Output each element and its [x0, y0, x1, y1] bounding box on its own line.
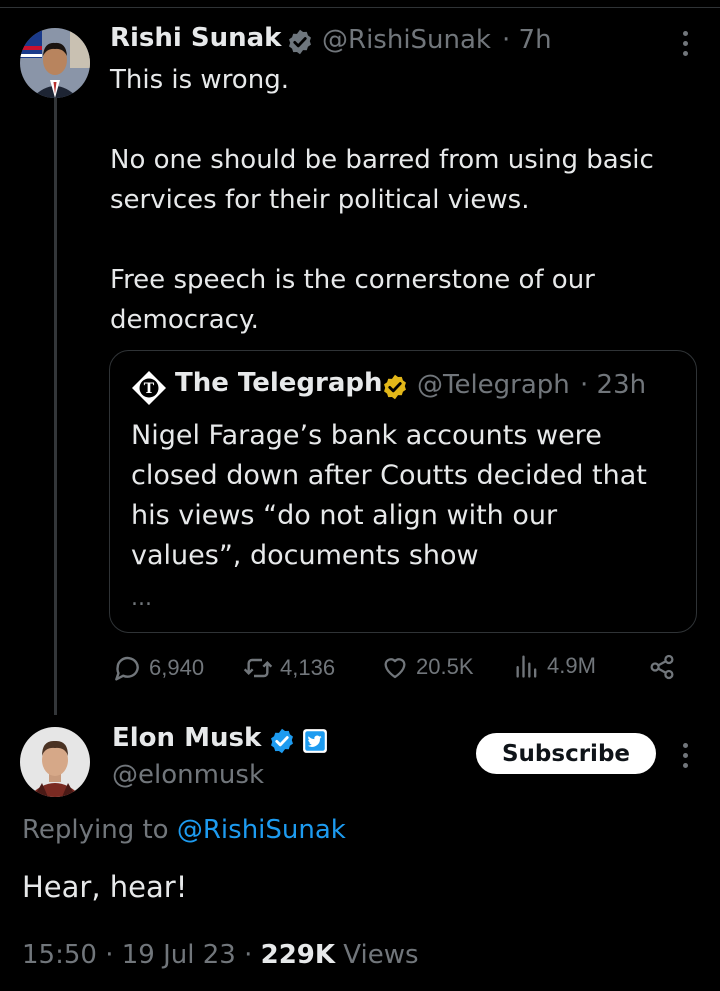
like-count: 20.5K — [416, 654, 474, 679]
replying-to-link[interactable]: @RishiSunak — [177, 815, 346, 845]
quoted-tweet-text: Nigel Farage’s bank accounts were closed… — [131, 420, 647, 571]
repost-button[interactable]: 4,136 — [242, 652, 335, 684]
heart-icon — [384, 658, 406, 679]
subscribe-button[interactable]: Subscribe — [476, 733, 656, 774]
telegraph-display-name[interactable]: The Telegraph — [175, 368, 383, 398]
meta-separator: · — [96, 940, 122, 970]
analytics-icon — [516, 655, 537, 678]
more-options-icon[interactable] — [681, 743, 689, 768]
elon-handle[interactable]: @elonmusk — [112, 760, 264, 790]
elon-avatar[interactable] — [20, 727, 90, 797]
twitter-affiliate-icon — [302, 728, 328, 758]
views-button[interactable]: 4.9M — [513, 652, 596, 680]
rishi-tweet-line-1: This is wrong. — [110, 65, 289, 95]
share-icon — [650, 654, 674, 680]
replying-to-prefix: Replying to — [22, 815, 169, 845]
view-count: 4.9M — [547, 653, 596, 678]
verified-badge-icon — [289, 29, 311, 55]
tweet-views-count: 229K — [260, 940, 336, 970]
verified-gold-badge-icon — [384, 374, 406, 400]
telegraph-timestamp[interactable]: · 23h — [580, 370, 646, 400]
tweet-views-label: Views — [343, 940, 419, 970]
thread-connector-line — [54, 98, 57, 715]
top-divider — [0, 7, 720, 8]
share-button[interactable] — [647, 652, 677, 682]
verified-badge-icon — [271, 728, 293, 754]
rishi-tweet-line-2: No one should be barred from using basic… — [110, 145, 654, 215]
telegraph-logo-icon: T — [131, 370, 167, 410]
meta-separator: · — [235, 940, 261, 970]
reply-icon — [115, 656, 139, 681]
elon-display-name[interactable]: Elon Musk — [112, 723, 261, 753]
reply-count: 6,940 — [149, 655, 205, 680]
repost-count: 4,136 — [280, 655, 336, 680]
rishi-avatar[interactable] — [20, 28, 90, 98]
elon-tweet-text: Hear, hear! — [22, 870, 188, 904]
reply-button[interactable]: 6,940 — [111, 652, 204, 684]
repost-icon — [243, 658, 273, 678]
tweet-time[interactable]: 15:50 — [22, 940, 97, 970]
rishi-timestamp[interactable]: · 7h — [502, 25, 552, 55]
tweet-metadata: 15:50 · 19 Jul 23 · 229K Views — [22, 940, 419, 970]
replying-to-line: Replying to @RishiSunak — [22, 815, 346, 845]
like-button[interactable]: 20.5K — [380, 652, 474, 682]
quoted-tweet-ellipsis: ... — [131, 586, 152, 611]
tweet-date[interactable]: 19 Jul 23 — [122, 940, 236, 970]
svg-text:T: T — [144, 381, 155, 397]
rishi-handle[interactable]: @RishiSunak — [322, 25, 491, 55]
telegraph-handle[interactable]: @Telegraph — [417, 370, 570, 400]
more-options-icon[interactable] — [681, 31, 689, 56]
rishi-tweet-line-3: Free speech is the cornerstone of our de… — [110, 265, 595, 335]
rishi-display-name[interactable]: Rishi Sunak — [110, 23, 281, 53]
